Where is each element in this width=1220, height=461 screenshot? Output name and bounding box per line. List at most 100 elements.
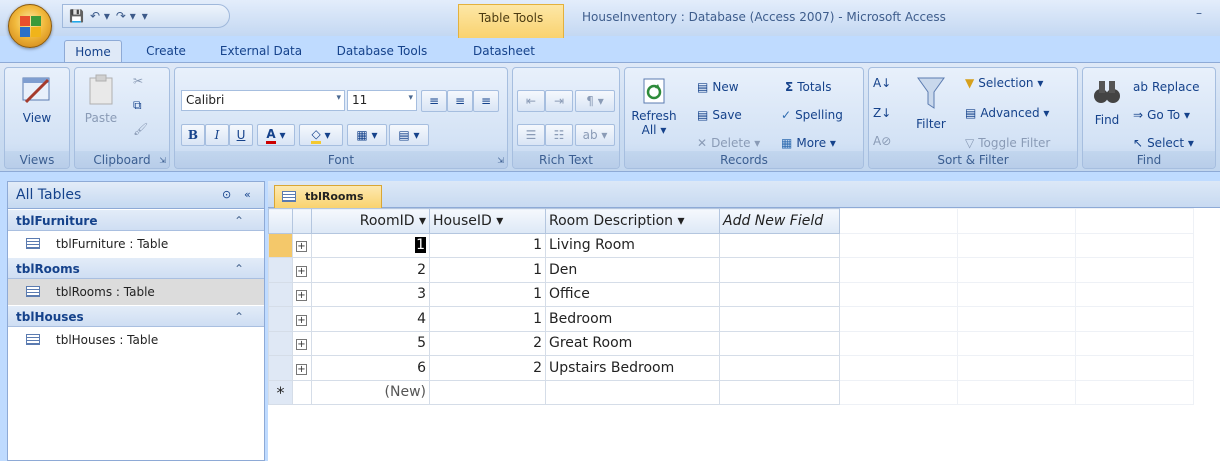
delete-record-button[interactable]: ✕ Delete ▾ — [697, 136, 760, 150]
cell-roomid[interactable]: 2 — [311, 257, 430, 283]
cut-icon[interactable]: ✂ — [133, 74, 143, 88]
nav-group-tblrooms[interactable]: tblRooms ⌃ — [8, 257, 264, 279]
office-button[interactable] — [8, 4, 52, 48]
document-tab-tblrooms[interactable]: tblRooms — [274, 185, 382, 208]
cell-room-description[interactable]: Office — [545, 281, 720, 307]
chevron-down-icon[interactable]: ▾ — [419, 213, 426, 229]
find-button[interactable]: Find — [1087, 76, 1127, 127]
save-icon[interactable]: 💾 — [69, 9, 84, 23]
table-row[interactable]: + 1 1 Living Room — [268, 232, 1194, 258]
table-row[interactable]: + 5 2 Great Room — [268, 330, 1194, 356]
nav-group-tblfurniture[interactable]: tblFurniture ⌃ — [8, 209, 264, 231]
column-header-room-description[interactable]: Room Description ▾ — [545, 208, 720, 234]
sort-ascending-icon[interactable]: A↓ — [873, 76, 891, 90]
spelling-button[interactable]: ✓ Spelling — [781, 108, 843, 122]
copy-icon[interactable]: ⧉ — [133, 98, 142, 113]
cell-add-new-field[interactable] — [719, 281, 840, 307]
nav-menu-chevron-icon[interactable]: ⊙ — [222, 188, 231, 201]
cell-roomid[interactable]: 6 — [311, 355, 430, 381]
select-button[interactable]: ↖ Select ▾ — [1133, 136, 1194, 150]
expand-cell[interactable]: + — [292, 306, 312, 332]
bold-icon[interactable]: B — [181, 124, 205, 146]
expand-plus-icon[interactable]: + — [296, 363, 307, 375]
save-record-button[interactable]: ▤ Save — [697, 108, 742, 122]
expand-plus-icon[interactable]: + — [296, 265, 307, 277]
decrease-indent-icon[interactable]: ⇤ — [517, 90, 545, 112]
paste-button[interactable]: Paste — [81, 74, 121, 125]
cell-houseid[interactable]: 2 — [429, 330, 546, 356]
column-header-houseid[interactable]: HouseID ▾ — [429, 208, 546, 234]
italic-icon[interactable]: I — [205, 124, 229, 146]
table-row[interactable]: + 2 1 Den — [268, 257, 1194, 283]
cell-roomid[interactable]: 1 — [311, 232, 430, 258]
nav-item-tblrooms[interactable]: tblRooms : Table — [8, 279, 264, 305]
expand-cell[interactable]: + — [292, 281, 312, 307]
cell-houseid[interactable]: 1 — [429, 257, 546, 283]
record-selector[interactable] — [268, 330, 293, 356]
tab-database-tools[interactable]: Database Tools — [332, 40, 432, 62]
minimize-button[interactable]: – — [1196, 6, 1202, 20]
record-selector[interactable] — [268, 281, 293, 307]
column-header-add-new-field[interactable]: Add New Field — [719, 208, 840, 234]
font-name-select[interactable]: Calibri ▾ — [181, 90, 345, 111]
more-button[interactable]: ▦ More ▾ — [781, 136, 836, 150]
expand-cell[interactable]: + — [292, 330, 312, 356]
gridlines-icon[interactable]: ▦ ▾ — [347, 124, 387, 146]
nav-group-tblhouses[interactable]: tblHouses ⌃ — [8, 305, 264, 327]
fill-color-icon[interactable]: ◇ ▾ — [299, 124, 343, 146]
undo-icon[interactable]: ↶ ▾ — [90, 9, 110, 23]
view-button[interactable]: View — [13, 74, 61, 125]
record-selector[interactable] — [268, 306, 293, 332]
cell-room-description[interactable]: Den — [545, 257, 720, 283]
replace-button[interactable]: ab Replace — [1133, 80, 1199, 94]
cell-add-new-field[interactable] — [719, 355, 840, 381]
cell-add-new-field[interactable] — [719, 257, 840, 283]
shutter-bar-close-icon[interactable]: « — [244, 188, 251, 201]
record-selector[interactable] — [268, 232, 293, 258]
cell-add-new-field[interactable] — [719, 232, 840, 258]
font-size-select[interactable]: 11 ▾ — [347, 90, 417, 111]
nav-item-tblfurniture[interactable]: tblFurniture : Table — [8, 231, 264, 257]
bullets-icon[interactable]: ☰ — [517, 124, 545, 146]
align-right-icon[interactable]: ≡ — [473, 90, 499, 112]
refresh-all-button[interactable]: Refresh All ▾ — [629, 76, 679, 137]
cell-room-description[interactable]: Great Room — [545, 330, 720, 356]
expand-plus-icon[interactable]: + — [296, 241, 307, 253]
collapse-chevron-icon[interactable]: ⌃ — [234, 310, 244, 324]
totals-button[interactable]: Σ Totals — [785, 80, 831, 94]
cell-houseid[interactable]: 1 — [429, 306, 546, 332]
sort-descending-icon[interactable]: Z↓ — [873, 106, 891, 120]
redo-icon[interactable]: ↷ ▾ — [116, 9, 136, 23]
format-painter-icon[interactable]: 🖌 — [133, 122, 148, 136]
tab-home[interactable]: Home — [64, 40, 122, 62]
select-all-cell[interactable] — [268, 208, 293, 234]
cell-room-description[interactable]: Bedroom — [545, 306, 720, 332]
record-selector[interactable] — [268, 257, 293, 283]
new-record-button[interactable]: ▤ New — [697, 80, 739, 94]
expand-cell[interactable]: + — [292, 355, 312, 381]
cell-roomid[interactable]: 4 — [311, 306, 430, 332]
filter-button[interactable]: Filter — [909, 74, 953, 131]
table-row[interactable]: + 4 1 Bedroom — [268, 306, 1194, 332]
customize-qat-icon[interactable]: ▾ — [142, 9, 148, 23]
increase-indent-icon[interactable]: ⇥ — [545, 90, 573, 112]
new-record-row[interactable]: * (New) — [268, 379, 1194, 405]
column-header-roomid[interactable]: RoomID ▾ — [311, 208, 430, 234]
clear-sort-icon[interactable]: A⊘ — [873, 134, 891, 148]
alternate-fill-icon[interactable]: ▤ ▾ — [389, 124, 429, 146]
cell-roomid[interactable]: 3 — [311, 281, 430, 307]
chevron-down-icon[interactable]: ▾ — [496, 213, 503, 229]
cell-houseid[interactable] — [429, 379, 546, 405]
tab-datasheet[interactable]: Datasheet — [462, 40, 546, 62]
cell-houseid[interactable]: 1 — [429, 232, 546, 258]
cell-add-new-field[interactable] — [719, 306, 840, 332]
toggle-filter-button[interactable]: ▽ Toggle Filter — [965, 136, 1050, 150]
cell-room-description[interactable]: Upstairs Bedroom — [545, 355, 720, 381]
selection-button[interactable]: ▼ Selection ▾ — [965, 76, 1043, 90]
underline-icon[interactable]: U — [229, 124, 253, 146]
paragraph-direction-icon[interactable]: ¶ ▾ — [575, 90, 615, 112]
expand-plus-icon[interactable]: + — [296, 290, 307, 302]
clipboard-launcher-icon[interactable]: ⇲ — [159, 156, 166, 165]
tab-external-data[interactable]: External Data — [212, 40, 310, 62]
cell-add-new-field[interactable] — [719, 379, 840, 405]
